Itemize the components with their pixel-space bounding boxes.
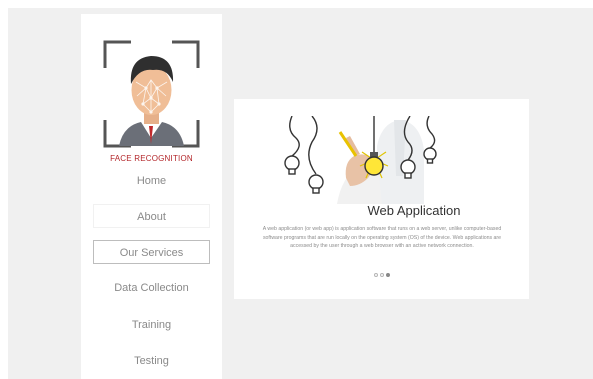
slide-title: Web Application — [367, 203, 461, 218]
nav-training[interactable]: Training — [93, 313, 210, 337]
logo-caption: FACE RECOGNITION — [110, 154, 193, 163]
service-slider-card: Web Application A web application (or we… — [234, 99, 529, 299]
slider-dot-1[interactable] — [373, 273, 378, 277]
nav-testing[interactable]: Testing — [93, 349, 210, 373]
sidebar: FACE RECOGNITION Home About Our Services… — [81, 14, 222, 379]
nav-about[interactable]: About — [93, 204, 210, 228]
face-recognition-logo — [103, 40, 200, 148]
hand-drawing-light-bulbs-image — [282, 116, 437, 204]
slider-pagination — [234, 273, 529, 277]
nav-home[interactable]: Home — [93, 169, 210, 193]
nav-our-services[interactable]: Our Services — [93, 240, 210, 264]
slide-description: A web application (or web app) is applic… — [262, 226, 502, 250]
slider-dot-3[interactable] — [385, 273, 390, 277]
nav-data-collection[interactable]: Data Collection — [93, 276, 210, 300]
slider-dot-2[interactable] — [379, 273, 384, 277]
